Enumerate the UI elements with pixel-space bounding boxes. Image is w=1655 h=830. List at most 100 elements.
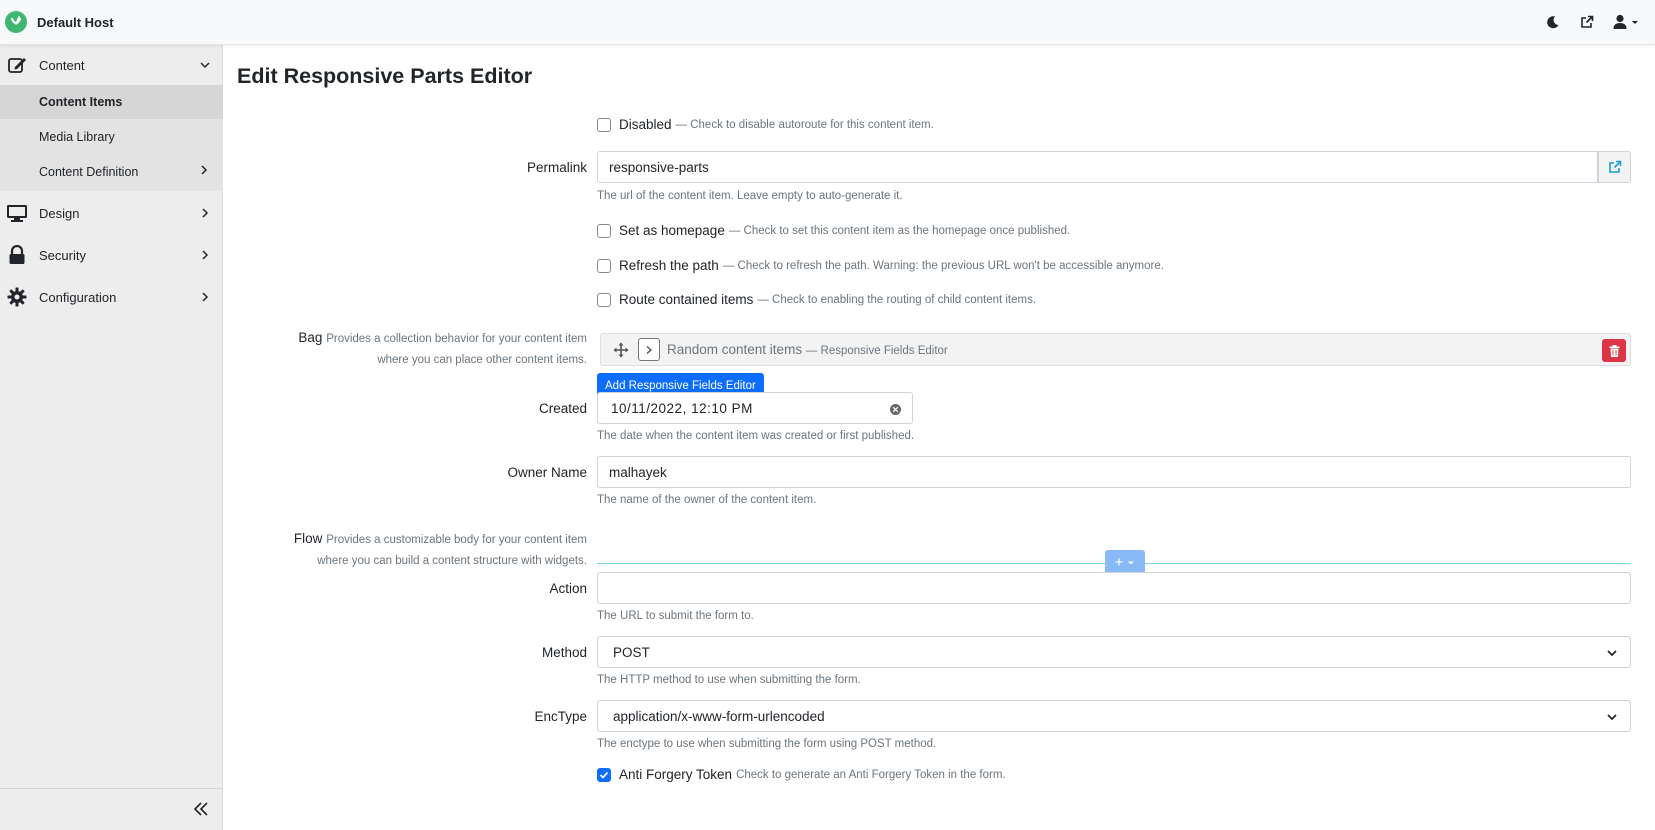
sidebar-item-content-definition[interactable]: Content Definition xyxy=(0,155,223,189)
bag-note-line1: Provides a collection behavior for your … xyxy=(326,333,587,345)
chevron-right-icon xyxy=(646,345,653,354)
antiforgery-checkbox[interactable] xyxy=(597,767,611,782)
disabled-desc: — Check to disable autoroute for this co… xyxy=(675,118,934,131)
method-value: POST xyxy=(613,644,650,660)
trash-icon xyxy=(1609,344,1619,357)
method-label: Method xyxy=(541,645,587,660)
method-hint: The HTTP method to use when submitting t… xyxy=(597,674,861,686)
created-value: 10/11/2022, 12:10 PM xyxy=(611,400,753,416)
enctype-hint: The enctype to use when submitting the f… xyxy=(597,738,937,750)
bag-label: Bag xyxy=(298,330,323,345)
sidebar-item-label: Security xyxy=(39,247,86,263)
homepage-option: Set as homepage — Check to set this cont… xyxy=(597,223,1070,238)
flow-note-line1: Provides a customizable body for your co… xyxy=(326,534,587,546)
moon-icon[interactable] xyxy=(1543,12,1563,32)
main-content: Edit Responsive Parts Editor Disabled — … xyxy=(224,45,1655,830)
route-contained-desc: — Check to enabling the routing of child… xyxy=(757,293,1037,306)
plus-icon: + xyxy=(1114,554,1124,571)
chevron-right-icon xyxy=(198,206,212,220)
brand[interactable]: Default Host xyxy=(5,11,114,33)
chevron-down-icon xyxy=(198,58,212,72)
antiforgery-desc: Check to generate an Anti Forgery Token … xyxy=(736,768,1006,781)
refresh-option: Refresh the path — Check to refresh the … xyxy=(597,258,1164,273)
top-navbar: Default Host xyxy=(0,0,1655,45)
action-label: Action xyxy=(549,581,587,596)
chevron-right-icon xyxy=(198,290,212,304)
flow-label: Flow xyxy=(293,531,323,546)
chevron-down-icon xyxy=(1607,714,1617,721)
user-menu[interactable] xyxy=(1611,12,1641,32)
page-title: Edit Responsive Parts Editor xyxy=(237,64,533,88)
enctype-label: EncType xyxy=(534,709,587,724)
sidebar-item-label: Design xyxy=(39,205,80,221)
bag-content-item: Random content items — Responsive Fields… xyxy=(600,333,1631,366)
chevron-right-icon xyxy=(198,163,210,181)
sidebar-item-configuration[interactable]: Configuration xyxy=(0,277,223,317)
content-submenu: Content Items Media Library Content Defi… xyxy=(0,85,223,191)
caret-down-icon xyxy=(1632,21,1638,24)
expand-toggle-button[interactable] xyxy=(638,338,660,361)
lock-icon xyxy=(6,244,28,266)
method-select[interactable]: POST xyxy=(597,636,1631,668)
homepage-label: Set as homepage xyxy=(619,223,725,238)
permalink-hint: The url of the content item. Leave empty… xyxy=(597,190,903,202)
owner-hint: The name of the owner of the content ite… xyxy=(597,494,817,506)
antiforgery-option: Anti Forgery Token Check to generate an … xyxy=(597,767,1006,782)
action-input[interactable] xyxy=(597,572,1631,604)
action-hint: The URL to submit the form to. xyxy=(597,610,754,622)
chevron-down-icon xyxy=(1607,650,1617,657)
bag-label-group: Bag Provides a collection behavior for y… xyxy=(298,328,587,370)
permalink-input[interactable]: responsive-parts xyxy=(597,151,1598,183)
permalink-label: Permalink xyxy=(526,160,587,175)
disabled-option: Disabled — Check to disable autoroute fo… xyxy=(597,117,934,132)
refresh-label: Refresh the path xyxy=(619,258,719,273)
double-chevron-left-icon[interactable] xyxy=(191,799,211,819)
flow-note-line2: where you can build a content structure … xyxy=(317,555,587,567)
enctype-select[interactable]: application/x-www-form-urlencoded xyxy=(597,700,1631,732)
sidebar-item-label: Content xyxy=(39,57,85,73)
disabled-label: Disabled xyxy=(619,117,672,132)
sidebar-item-design[interactable]: Design xyxy=(0,193,223,233)
bag-item-title-text: Random content items xyxy=(667,342,803,357)
route-contained-checkbox[interactable] xyxy=(597,292,611,307)
disabled-checkbox[interactable] xyxy=(597,117,611,132)
sidebar-item-security[interactable]: Security xyxy=(0,235,223,275)
owner-input[interactable]: malhayek xyxy=(597,456,1631,488)
created-hint: The date when the content item was creat… xyxy=(597,430,915,442)
open-link-button[interactable] xyxy=(1598,151,1631,183)
enctype-value: application/x-www-form-urlencoded xyxy=(613,708,825,724)
bag-item-type: — Responsive Fields Editor xyxy=(805,345,948,357)
sidebar-item-content-items[interactable]: Content Items xyxy=(0,85,223,119)
route-contained-label: Route contained items xyxy=(619,292,754,307)
logo-icon xyxy=(5,11,27,33)
sidebar-item-media-library[interactable]: Media Library xyxy=(0,120,223,154)
created-label: Created xyxy=(538,401,587,416)
clear-icon[interactable] xyxy=(890,403,901,418)
sidebar-item-label: Content Definition xyxy=(39,165,139,179)
flow-label-group: Flow Provides a customizable body for yo… xyxy=(294,529,587,571)
sidebar-item-label: Configuration xyxy=(39,289,117,305)
route-contained-option: Route contained items — Check to enablin… xyxy=(597,292,1036,307)
move-icon[interactable] xyxy=(613,342,629,363)
homepage-desc: — Check to set this content item as the … xyxy=(728,224,1071,237)
caret-down-icon xyxy=(1128,561,1135,564)
monitor-icon xyxy=(6,202,28,224)
edit-icon xyxy=(6,54,28,76)
sidebar-item-label: Media Library xyxy=(39,130,115,144)
bag-item-title: Random content items — Responsive Fields… xyxy=(667,342,948,357)
external-link-icon xyxy=(1608,160,1621,173)
antiforgery-label: Anti Forgery Token xyxy=(619,767,733,782)
refresh-desc: — Check to refresh the path. Warning: th… xyxy=(722,259,1164,272)
homepage-checkbox[interactable] xyxy=(597,223,611,238)
created-input[interactable]: 10/11/2022, 12:10 PM xyxy=(597,392,913,424)
owner-label: Owner Name xyxy=(507,465,587,480)
sidebar-footer xyxy=(0,788,223,830)
delete-button[interactable] xyxy=(1602,339,1626,362)
chevron-right-icon xyxy=(198,248,212,262)
gear-icon xyxy=(6,286,28,308)
refresh-checkbox[interactable] xyxy=(597,258,611,273)
external-link-icon[interactable] xyxy=(1577,12,1597,32)
bag-note-line2: where you can place other content items. xyxy=(377,354,587,366)
site-title: Default Host xyxy=(37,14,114,30)
sidebar-item-content[interactable]: Content xyxy=(0,45,223,85)
